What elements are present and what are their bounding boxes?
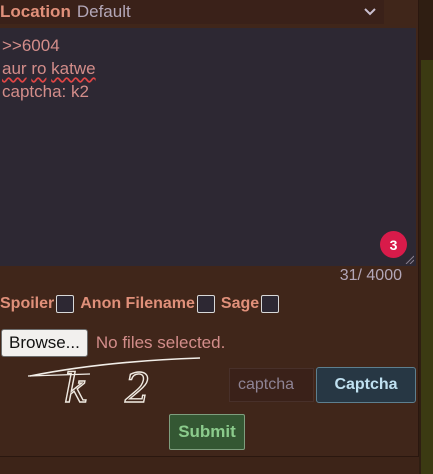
background-panel-edge bbox=[421, 60, 433, 474]
post-options: Spoiler Anon Filename Sage bbox=[0, 295, 285, 313]
file-upload-row: Browse... No files selected. bbox=[1, 329, 225, 357]
notification-badge[interactable]: 3 bbox=[380, 231, 407, 258]
sage-checkbox[interactable] bbox=[261, 295, 280, 313]
captcha-image: k 2 bbox=[27, 357, 201, 413]
spell-error-word: ro bbox=[31, 59, 47, 78]
captcha-input[interactable]: captcha bbox=[229, 368, 314, 402]
anon-filename-checkbox[interactable] bbox=[196, 295, 215, 313]
spell-error-word: aur bbox=[2, 59, 27, 78]
location-value: Default bbox=[76, 2, 131, 21]
captcha-image-text: k 2 bbox=[64, 366, 162, 412]
sage-label: Sage bbox=[220, 295, 260, 312]
post-line-text: aur ro katwe bbox=[2, 57, 414, 80]
page-background-strip bbox=[419, 0, 433, 474]
spell-error-word: katwe bbox=[51, 59, 96, 78]
resize-grip-icon[interactable] bbox=[404, 254, 414, 264]
spoiler-label: Spoiler bbox=[0, 295, 55, 312]
spoiler-checkbox[interactable] bbox=[56, 295, 75, 313]
browse-button[interactable]: Browse... bbox=[1, 329, 88, 357]
chevron-down-icon[interactable] bbox=[362, 3, 378, 19]
character-counter: 31/ 4000 bbox=[339, 267, 402, 284]
post-form-panel: Location Default >>6004 aur ro katwe cap… bbox=[0, 0, 419, 457]
post-message-textarea[interactable]: >>6004 aur ro katwe captcha: k2 bbox=[0, 28, 416, 266]
location-label: Location bbox=[0, 2, 71, 21]
submit-button[interactable]: Submit bbox=[169, 414, 245, 450]
file-status-text: No files selected. bbox=[95, 333, 226, 352]
captcha-button[interactable]: Captcha bbox=[316, 367, 416, 403]
post-line-captcha: captcha: k2 bbox=[2, 82, 89, 101]
location-select[interactable]: Location Default bbox=[0, 0, 384, 24]
anon-filename-label: Anon Filename bbox=[80, 295, 195, 312]
post-line-quote: >>6004 bbox=[2, 36, 60, 55]
